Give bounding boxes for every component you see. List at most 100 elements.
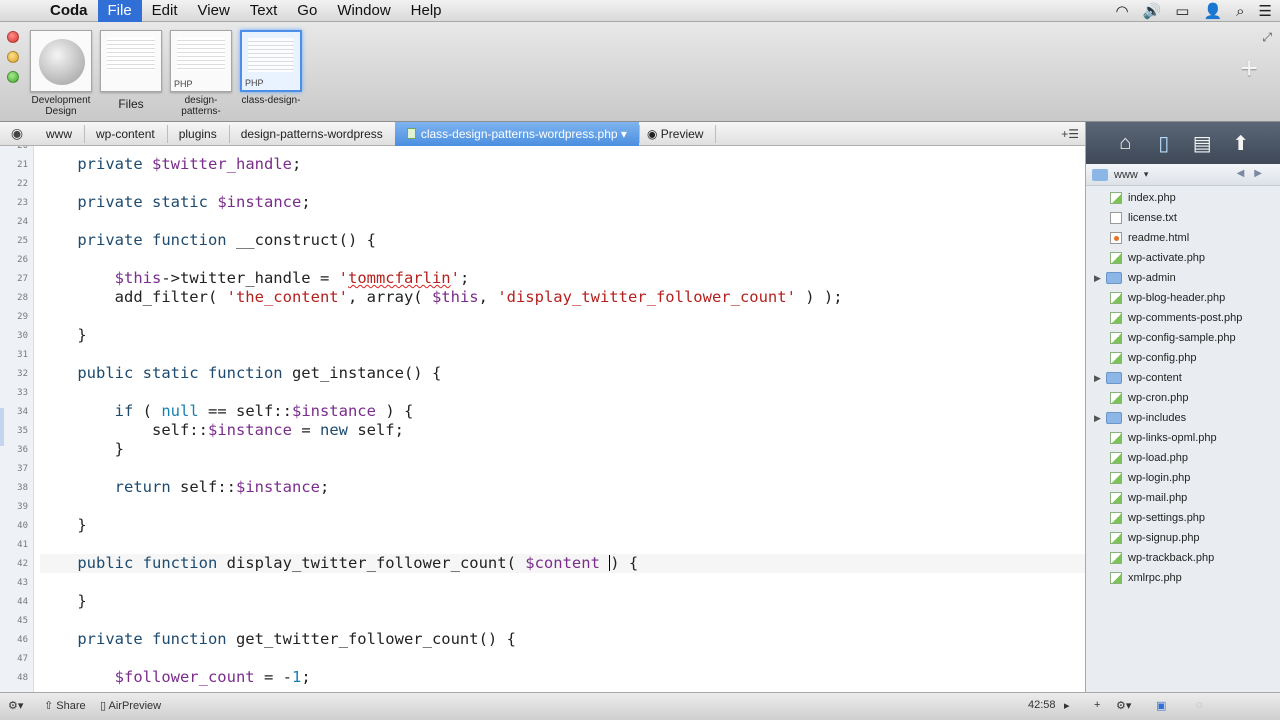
activity-icon[interactable]: ◌ bbox=[1196, 699, 1203, 711]
sidebar-path-selector[interactable]: www ▾ ◀▶ bbox=[1086, 164, 1280, 186]
code-line[interactable] bbox=[40, 345, 1085, 364]
code-line[interactable]: } bbox=[40, 516, 1085, 535]
menu-text[interactable]: Text bbox=[240, 0, 288, 22]
code-line[interactable] bbox=[40, 459, 1085, 478]
menu-view[interactable]: View bbox=[188, 0, 240, 22]
menu-go[interactable]: Go bbox=[287, 0, 327, 22]
line-number: 45 bbox=[17, 616, 28, 626]
code-line[interactable]: } bbox=[40, 592, 1085, 611]
file-item[interactable]: wp-blog-header.php bbox=[1086, 288, 1280, 308]
play-icon[interactable]: ▸ bbox=[1064, 699, 1070, 712]
file-item[interactable]: xmlrpc.php bbox=[1086, 568, 1280, 588]
wifi-icon[interactable]: ◠ bbox=[1115, 2, 1128, 20]
code-line[interactable]: public static function get_instance() { bbox=[40, 364, 1085, 383]
code-line[interactable] bbox=[40, 212, 1085, 231]
files-thumbnail[interactable] bbox=[100, 30, 162, 92]
file-item[interactable]: wp-cron.php bbox=[1086, 388, 1280, 408]
menu-app-name[interactable]: Coda bbox=[40, 0, 98, 22]
eye-icon[interactable]: ◉ bbox=[0, 125, 34, 142]
breadcrumb-www[interactable]: www bbox=[34, 122, 85, 146]
file-item[interactable]: license.txt bbox=[1086, 208, 1280, 228]
settings-gear-icon[interactable]: ⚙▾ bbox=[8, 699, 23, 712]
airpreview-button[interactable]: ▯ AirPreview bbox=[100, 699, 161, 712]
menu-file[interactable]: File bbox=[97, 0, 142, 22]
code-line[interactable] bbox=[40, 307, 1085, 326]
code-line[interactable]: private static $instance; bbox=[40, 193, 1085, 212]
share-button[interactable]: ⇧ Share bbox=[44, 699, 86, 712]
code-line[interactable]: private function __construct() { bbox=[40, 231, 1085, 250]
tab-thumbnail-class-design[interactable]: PHP bbox=[240, 30, 302, 92]
history-arrows[interactable]: ◀▶ bbox=[1237, 168, 1272, 179]
split-menu-icon[interactable]: +☰ bbox=[1061, 127, 1079, 141]
file-item[interactable]: wp-activate.php bbox=[1086, 248, 1280, 268]
breadcrumb-plugins[interactable]: plugins bbox=[167, 122, 230, 146]
disclosure-triangle-icon[interactable]: ▶ bbox=[1094, 268, 1101, 288]
code-line[interactable] bbox=[40, 535, 1085, 554]
current-code-line[interactable]: public function display_twitter_follower… bbox=[40, 554, 1085, 573]
sidebar-toggle-icon[interactable]: ▣ bbox=[1156, 699, 1166, 712]
home-icon[interactable]: ⌂ bbox=[1111, 132, 1139, 155]
code-line[interactable]: } bbox=[40, 326, 1085, 345]
file-item[interactable]: wp-settings.php bbox=[1086, 508, 1280, 528]
folder-item[interactable]: ▶ wp-content bbox=[1086, 368, 1280, 388]
disclosure-triangle-icon[interactable]: ▶ bbox=[1094, 408, 1101, 428]
site-thumbnail-development-design[interactable] bbox=[30, 30, 92, 92]
code-line[interactable] bbox=[40, 383, 1085, 402]
file-item[interactable]: wp-comments-post.php bbox=[1086, 308, 1280, 328]
fullscreen-icon[interactable]: ⤢ bbox=[1262, 30, 1272, 45]
file-item[interactable]: wp-config-sample.php bbox=[1086, 328, 1280, 348]
code-line[interactable] bbox=[40, 146, 1085, 155]
publish-icon[interactable]: ⬆ bbox=[1227, 131, 1255, 156]
preview-button[interactable]: ◉ Preview bbox=[639, 122, 716, 146]
code-line[interactable] bbox=[40, 649, 1085, 668]
file-item[interactable]: wp-trackback.php bbox=[1086, 548, 1280, 568]
menu-edit[interactable]: Edit bbox=[142, 0, 188, 22]
file-item[interactable]: readme.html bbox=[1086, 228, 1280, 248]
user-icon[interactable]: 👤 bbox=[1203, 2, 1222, 20]
code-line[interactable]: add_filter( 'the_content', array( $this,… bbox=[40, 288, 1085, 307]
breadcrumb-wp-content[interactable]: wp-content bbox=[84, 122, 168, 146]
code-line[interactable]: $follower_count = -1; bbox=[40, 668, 1085, 687]
code-line[interactable] bbox=[40, 174, 1085, 193]
zoom-window-button[interactable] bbox=[7, 71, 19, 83]
tab-thumbnail-design-patterns[interactable]: PHP bbox=[170, 30, 232, 92]
menu-window[interactable]: Window bbox=[327, 0, 400, 22]
menu-help[interactable]: Help bbox=[401, 0, 452, 22]
file-item[interactable]: wp-mail.php bbox=[1086, 488, 1280, 508]
document-icon[interactable]: ▤ bbox=[1188, 131, 1216, 156]
code-editor[interactable]: 20 21 22 23 24 25 26 27 28 29 30 31 32 33 34 35 36 37 38 39… bbox=[0, 146, 1085, 692]
file-item[interactable]: index.php bbox=[1086, 188, 1280, 208]
folder-item[interactable]: ▶ wp-includes bbox=[1086, 408, 1280, 428]
file-item[interactable]: wp-signup.php bbox=[1086, 528, 1280, 548]
code-line[interactable]: private function get_twitter_follower_co… bbox=[40, 630, 1085, 649]
code-line[interactable]: self::$instance = new self; bbox=[40, 421, 1085, 440]
code-line[interactable] bbox=[40, 573, 1085, 592]
disclosure-triangle-icon[interactable]: ▶ bbox=[1094, 368, 1101, 388]
search-icon[interactable]: ⌕ bbox=[1236, 3, 1244, 20]
code-line[interactable] bbox=[40, 497, 1085, 516]
add-icon[interactable]: + bbox=[1094, 699, 1100, 711]
add-tab-icon[interactable]: + bbox=[1240, 52, 1258, 86]
breadcrumb-current-file[interactable]: class-design-patterns-wordpress.php ▾ bbox=[394, 121, 641, 146]
code-line[interactable]: } bbox=[40, 440, 1085, 459]
folder-item[interactable]: ▶ wp-admin bbox=[1086, 268, 1280, 288]
code-line[interactable] bbox=[40, 250, 1085, 269]
code-line[interactable]: if ( null == self::$instance ) { bbox=[40, 402, 1085, 421]
minimize-window-button[interactable] bbox=[7, 51, 19, 63]
file-item[interactable]: wp-links-opml.php bbox=[1086, 428, 1280, 448]
code-line[interactable]: return self::$instance; bbox=[40, 478, 1085, 497]
action-gear-icon[interactable]: ⚙▾ bbox=[1116, 699, 1131, 712]
file-item[interactable]: wp-load.php bbox=[1086, 448, 1280, 468]
battery-icon[interactable]: ▭ bbox=[1175, 2, 1189, 20]
notification-list-icon[interactable]: ☰ bbox=[1259, 2, 1272, 20]
code-line[interactable] bbox=[40, 611, 1085, 630]
file-item[interactable]: wp-login.php bbox=[1086, 468, 1280, 488]
file-item[interactable]: wp-config.php bbox=[1086, 348, 1280, 368]
code-line[interactable]: private $twitter_handle; bbox=[40, 155, 1085, 174]
close-window-button[interactable] bbox=[7, 31, 19, 43]
code-line[interactable]: $this->twitter_handle = 'tommcfarlin'; bbox=[40, 269, 1085, 288]
file-name: wp-activate.php bbox=[1128, 252, 1206, 264]
breadcrumb-design-patterns-wordpress[interactable]: design-patterns-wordpress bbox=[229, 122, 396, 146]
volume-icon[interactable]: 🔊 bbox=[1143, 2, 1162, 20]
files-icon[interactable]: ▯ bbox=[1150, 131, 1178, 156]
